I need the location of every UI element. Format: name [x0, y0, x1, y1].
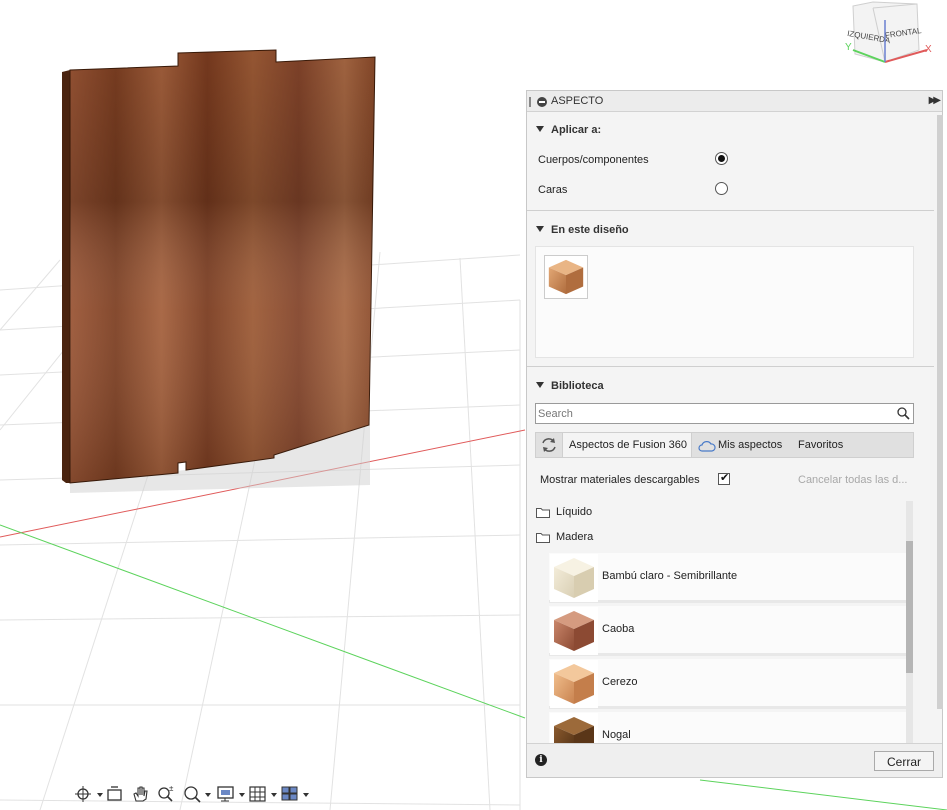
appearance-panel: ASPECTO ▶▶ Aplicar a: Cuerpos/componente… [526, 90, 943, 778]
material-caoba[interactable]: Caoba [549, 606, 907, 656]
material-nogal-label: Nogal [602, 729, 631, 741]
material-cerezo[interactable]: Cerezo [549, 659, 907, 709]
orbit-icon[interactable] [74, 784, 104, 804]
navigation-toolbar: ± [70, 782, 310, 806]
axis-y-label: Y [845, 42, 852, 53]
caoba-swatch-icon [550, 607, 598, 655]
section-apply-header[interactable]: Aplicar a: [536, 124, 601, 136]
scrollbar-thumb[interactable] [906, 541, 913, 673]
viewcube[interactable]: IZQUIERDA FRONTAL X Y [845, 0, 935, 66]
panel-header[interactable]: ASPECTO ▶▶ [527, 91, 942, 112]
grid-settings-icon[interactable] [248, 784, 278, 804]
cerezo-swatch-icon [550, 660, 598, 708]
section-library-header[interactable]: Biblioteca [536, 380, 604, 392]
expand-triangle-icon [536, 382, 544, 388]
material-bamboo[interactable]: Bambú claro - Semibrillante [549, 553, 907, 603]
section-design-header[interactable]: En este diseño [536, 224, 629, 236]
section-design-title: En este diseño [551, 224, 629, 236]
search-input[interactable] [538, 406, 888, 421]
library-scrollbar[interactable] [906, 501, 913, 744]
svg-text:±: ± [169, 784, 174, 793]
option-bodies-label: Cuerpos/componentes [538, 154, 649, 166]
library-list: Líquido Madera Bambú claro - Semibrillan… [535, 501, 915, 744]
radio-bodies[interactable] [715, 152, 728, 165]
folder-liquid[interactable]: Líquido [535, 501, 592, 523]
library-tabs: Aspectos de Fusion 360 Mis aspectos Favo… [535, 432, 914, 458]
material-cerezo-label: Cerezo [602, 676, 638, 688]
material-nogal[interactable]: Nogal [549, 712, 907, 744]
panel-footer: i Cerrar [527, 743, 942, 777]
tab-favorites[interactable]: Favoritos [798, 433, 843, 457]
panel-title: ASPECTO [551, 95, 604, 107]
drag-handle-icon[interactable] [529, 97, 531, 107]
refresh-icon[interactable] [539, 436, 559, 454]
pan-icon[interactable] [130, 784, 150, 804]
expand-triangle-icon [536, 226, 544, 232]
section-library-title: Biblioteca [551, 380, 604, 392]
close-button[interactable]: Cerrar [874, 751, 934, 771]
expand-triangle-icon [536, 126, 544, 132]
nogal-swatch-icon [550, 713, 598, 744]
cancel-downloads-link[interactable]: Cancelar todas las d... [798, 474, 907, 486]
radio-faces[interactable] [715, 182, 728, 195]
option-faces-label: Caras [538, 184, 568, 196]
section-apply-title: Aplicar a: [551, 124, 602, 136]
downloadable-label: Mostrar materiales descargables [540, 474, 700, 486]
divider [527, 210, 934, 211]
panel-scrollbar[interactable] [937, 115, 943, 709]
tab-fusion-appearances[interactable]: Aspectos de Fusion 360 [562, 433, 692, 457]
bamboo-swatch-icon [550, 554, 598, 602]
divider [527, 366, 934, 367]
viewports-icon[interactable] [280, 784, 310, 804]
axis-x-label: X [925, 44, 932, 55]
search-field[interactable] [535, 403, 914, 424]
tab-my-appearances[interactable]: Mis aspectos [718, 433, 782, 457]
zoom-icon[interactable]: ± [156, 784, 176, 804]
collapse-panel-icon[interactable] [537, 97, 547, 107]
wood-panel-side [62, 70, 70, 483]
folder-icon [536, 508, 550, 518]
folder-icon [536, 533, 550, 543]
wood-swatch-icon[interactable] [544, 255, 588, 299]
fit-icon[interactable] [182, 784, 212, 804]
folder-wood[interactable]: Madera [535, 526, 593, 548]
info-icon[interactable]: i [535, 754, 547, 766]
display-settings-icon[interactable] [216, 784, 246, 804]
material-bamboo-label: Bambú claro - Semibrillante [602, 570, 738, 582]
look-at-icon[interactable] [106, 784, 124, 804]
checkmark-icon: ✔ [720, 472, 730, 484]
cloud-icon [698, 441, 716, 452]
expand-panel-icon[interactable]: ▶▶ [929, 95, 942, 106]
material-caoba-label: Caoba [602, 623, 635, 635]
design-appearances-box [535, 246, 914, 358]
downloadable-checkbox[interactable]: ✔ [718, 472, 730, 485]
search-icon[interactable] [897, 407, 910, 420]
